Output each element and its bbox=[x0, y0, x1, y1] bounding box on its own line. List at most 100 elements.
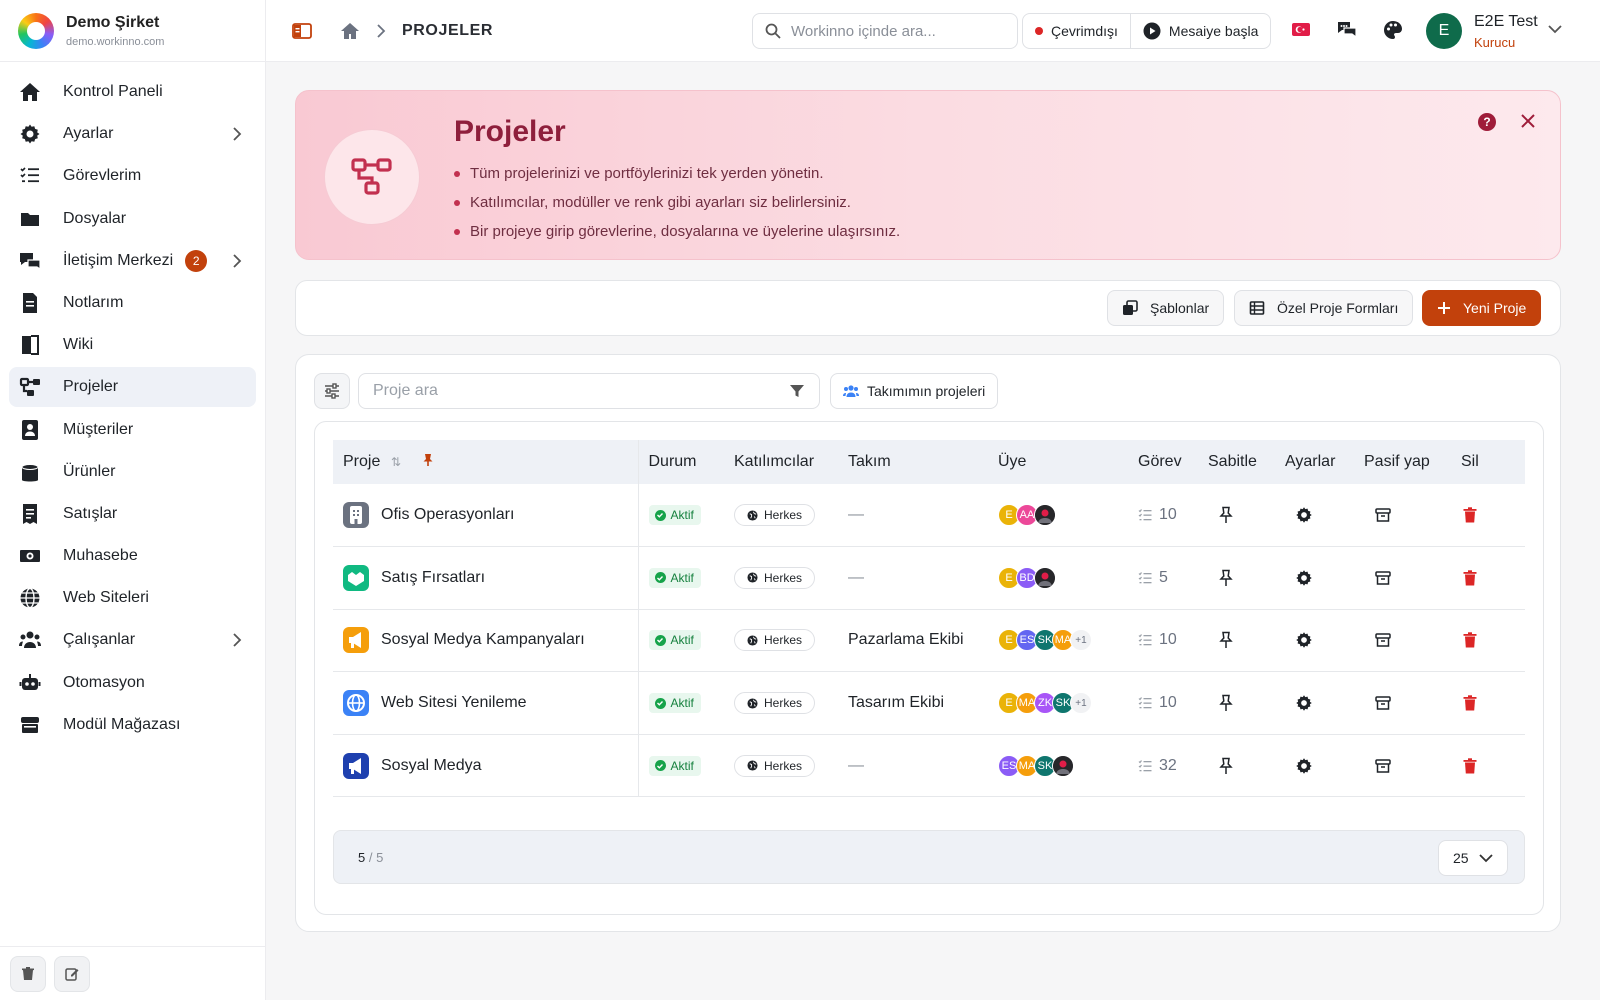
pin-icon[interactable] bbox=[1219, 569, 1233, 587]
status-cell: Aktif bbox=[638, 547, 724, 610]
global-search[interactable] bbox=[752, 13, 1018, 49]
trash-icon[interactable] bbox=[1463, 570, 1477, 586]
project-cell[interactable]: Web Sitesi Yenileme bbox=[333, 671, 639, 735]
gear-icon[interactable] bbox=[1295, 569, 1313, 587]
col-proje[interactable]: Proje ⇅ bbox=[333, 440, 639, 484]
gear-icon[interactable] bbox=[1295, 506, 1313, 524]
start-shift-button[interactable]: Mesaiye başla bbox=[1129, 14, 1270, 48]
participants-pill[interactable]: Herkes bbox=[734, 692, 816, 715]
pin-icon[interactable] bbox=[1219, 694, 1233, 712]
project-cell[interactable]: Sosyal Medya Kampanyaları bbox=[333, 609, 639, 672]
sidebar-item-notes[interactable]: Notlarım bbox=[9, 283, 256, 323]
user-avatar[interactable]: E bbox=[1426, 13, 1462, 49]
funnel-button[interactable] bbox=[775, 374, 819, 408]
page-size-select[interactable]: 25 bbox=[1438, 840, 1508, 876]
filter-settings-button[interactable] bbox=[314, 373, 350, 409]
project-cell[interactable]: Satış Fırsatları bbox=[333, 546, 639, 610]
sidebar-item-gear[interactable]: Ayarlar bbox=[9, 114, 256, 154]
project-name[interactable]: Sosyal Medya bbox=[381, 757, 482, 775]
sidebar-item-receipt[interactable]: Satışlar bbox=[9, 494, 256, 534]
archive-icon[interactable] bbox=[1375, 758, 1391, 774]
participants-pill[interactable]: Herkes bbox=[734, 629, 816, 652]
turkey-flag-icon[interactable] bbox=[1292, 23, 1310, 36]
sidebar-item-tasks[interactable]: Görevlerim bbox=[9, 156, 256, 196]
table-row[interactable]: Sosyal Medya Aktif Herkes — ES MA SK 32 bbox=[333, 734, 1525, 797]
project-name[interactable]: Web Sitesi Yenileme bbox=[381, 694, 527, 712]
more-members-badge[interactable]: +1 bbox=[1070, 629, 1092, 652]
new-project-button[interactable]: Yeni Proje bbox=[1422, 290, 1542, 326]
presence-status-button[interactable]: Çevrimdışı bbox=[1023, 14, 1130, 48]
sidebar-item-store[interactable]: Modül Mağazası bbox=[9, 705, 256, 745]
palette-icon[interactable] bbox=[1382, 19, 1404, 41]
task-count: 5 bbox=[1159, 568, 1168, 586]
member-avatar[interactable] bbox=[1034, 504, 1056, 527]
user-menu[interactable]: E2E Test Kurucu bbox=[1474, 13, 1538, 50]
gear-icon[interactable] bbox=[1295, 631, 1313, 649]
project-name[interactable]: Ofis Operasyonları bbox=[381, 506, 514, 524]
archive-cell bbox=[1354, 484, 1451, 547]
sidebar-item-home[interactable]: Kontrol Paneli bbox=[9, 72, 256, 112]
table-row[interactable]: Web Sitesi Yenileme Aktif Herkes Tasarım Ek… bbox=[333, 671, 1525, 735]
member-avatar[interactable] bbox=[1034, 566, 1056, 589]
sidebar-item-robot[interactable]: Otomasyon bbox=[9, 663, 256, 703]
archive-icon[interactable] bbox=[1375, 695, 1391, 711]
sidebar-toggle-icon[interactable] bbox=[292, 22, 312, 40]
pin-icon[interactable] bbox=[421, 453, 435, 467]
table-row[interactable]: Satış Fırsatları Aktif Herkes — E BD 5 bbox=[333, 546, 1525, 610]
project-cell[interactable]: Ofis Operasyonları bbox=[333, 484, 639, 547]
project-type-icon bbox=[343, 502, 369, 529]
participants-pill[interactable]: Herkes bbox=[734, 566, 816, 589]
project-cell[interactable]: Sosyal Medya bbox=[333, 734, 639, 797]
sidebar-item-book[interactable]: Wiki bbox=[9, 325, 256, 365]
sidebar-item-label: Web Siteleri bbox=[63, 589, 149, 607]
trash-icon[interactable] bbox=[1463, 757, 1477, 774]
help-icon[interactable]: ? bbox=[1478, 113, 1496, 131]
sort-icon[interactable]: ⇅ bbox=[391, 455, 401, 469]
sidebar-item-folder[interactable]: Dosyalar bbox=[9, 199, 256, 239]
sidebar-item-users[interactable]: Çalışanlar bbox=[9, 620, 256, 660]
globe-icon bbox=[747, 760, 758, 771]
custom-forms-button[interactable]: Özel Proje Formları bbox=[1234, 290, 1414, 326]
pin-icon[interactable] bbox=[1219, 631, 1233, 649]
project-name[interactable]: Sosyal Medya Kampanyaları bbox=[381, 631, 585, 649]
edit-button[interactable] bbox=[54, 955, 90, 992]
archive-icon[interactable] bbox=[1375, 507, 1391, 523]
archive-icon[interactable] bbox=[1375, 632, 1391, 648]
sidebar-item-box[interactable]: Ürünler bbox=[9, 452, 256, 492]
project-name[interactable]: Satış Fırsatları bbox=[381, 569, 485, 587]
sidebar-item-chat[interactable]: İletişim Merkezi 2 bbox=[9, 241, 256, 281]
member-avatar[interactable] bbox=[1052, 754, 1074, 777]
table-row[interactable]: Sosyal Medya Kampanyaları Aktif Herkes Paza… bbox=[333, 609, 1525, 672]
trash-icon[interactable] bbox=[1463, 507, 1477, 523]
box-icon bbox=[19, 461, 41, 483]
table-row[interactable]: Ofis Operasyonları Aktif Herkes — E AA 10 bbox=[333, 484, 1525, 547]
templates-button[interactable]: Şablonlar bbox=[1107, 290, 1225, 326]
trash-icon[interactable] bbox=[1463, 695, 1477, 711]
team-projects-button[interactable]: Takımımın projeleri bbox=[830, 373, 999, 409]
trash-button[interactable] bbox=[10, 955, 46, 992]
home-icon bbox=[19, 81, 41, 103]
project-search[interactable] bbox=[358, 373, 820, 409]
trash-icon[interactable] bbox=[1463, 632, 1477, 648]
gear-icon[interactable] bbox=[1295, 694, 1313, 712]
messages-icon[interactable] bbox=[1336, 19, 1358, 41]
sidebar-item-project[interactable]: Projeler bbox=[9, 367, 256, 408]
participants-pill[interactable]: Herkes bbox=[734, 754, 816, 777]
sidebar-item-contacts[interactable]: Müşteriler bbox=[9, 410, 256, 450]
gear-icon[interactable] bbox=[1295, 757, 1313, 775]
home-icon[interactable] bbox=[340, 22, 360, 40]
more-members-badge[interactable]: +1 bbox=[1070, 692, 1092, 715]
pin-icon[interactable] bbox=[1219, 757, 1233, 775]
project-search-input[interactable] bbox=[373, 382, 773, 400]
global-search-input[interactable] bbox=[791, 22, 1001, 40]
sidebar-item-globe[interactable]: Web Siteleri bbox=[9, 578, 256, 618]
pin-icon[interactable] bbox=[1219, 506, 1233, 524]
brand[interactable]: Demo Şirket demo.workinno.com bbox=[0, 0, 265, 62]
chevron-down-icon[interactable] bbox=[1548, 24, 1562, 34]
archive-icon[interactable] bbox=[1375, 570, 1391, 586]
project-icon bbox=[351, 158, 392, 195]
participants-pill[interactable]: Herkes bbox=[734, 504, 816, 527]
sidebar-item-money[interactable]: Muhasebe bbox=[9, 536, 256, 576]
close-icon[interactable] bbox=[1520, 113, 1536, 129]
avatar-initials: ES bbox=[1001, 759, 1017, 772]
